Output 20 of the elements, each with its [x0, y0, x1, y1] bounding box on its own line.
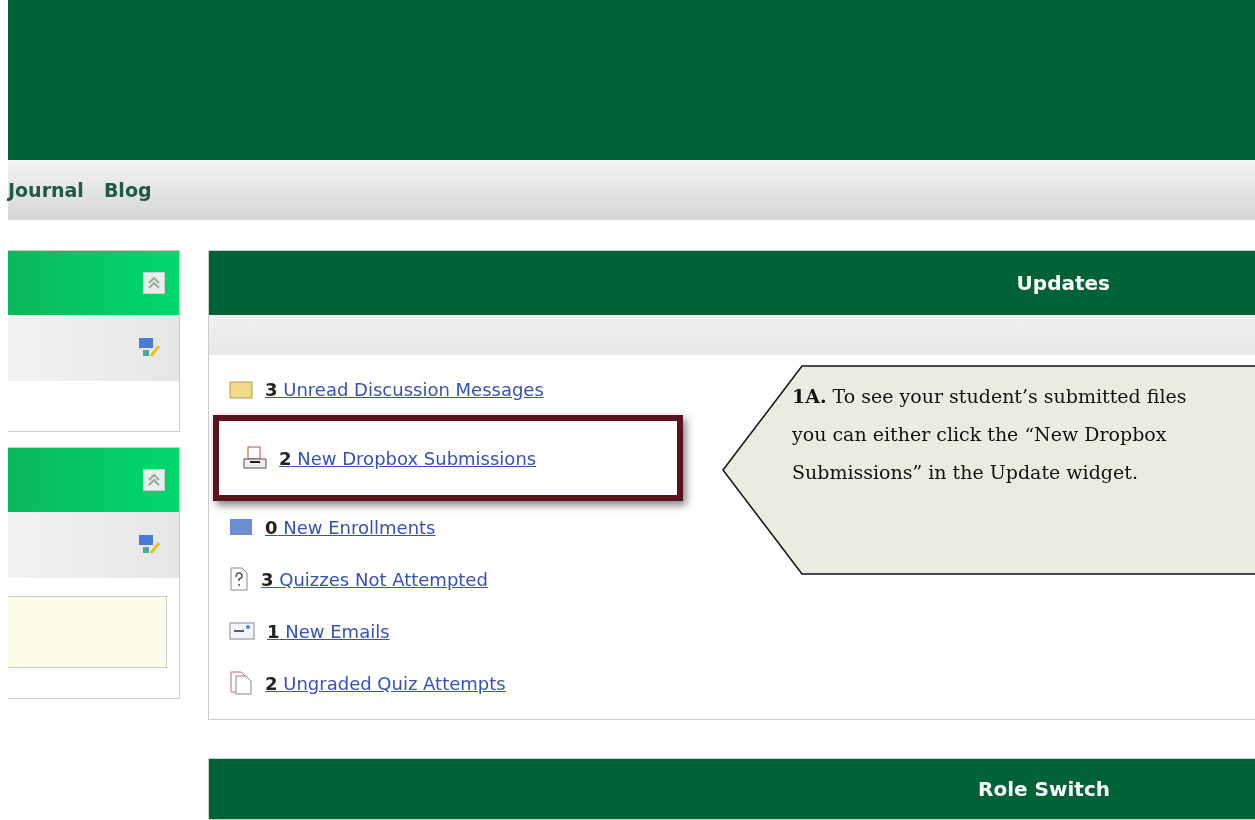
panel-title: Updates — [209, 251, 1255, 315]
update-link[interactable]: 3 Quizzes Not Attempted — [261, 568, 488, 590]
collapse-icon — [147, 473, 161, 487]
collapse-icon — [147, 276, 161, 290]
update-link[interactable]: 2 Ungraded Quiz Attempts — [265, 672, 506, 694]
callout-text: 1A. To see your student’s submitted files you can either click the “New Dropbox Submissions” in the Update widget. — [792, 384, 1188, 485]
folder-icon — [229, 379, 253, 399]
question-page-icon — [229, 567, 249, 591]
update-link[interactable]: 2 New Dropbox Submissions — [279, 447, 537, 469]
update-link[interactable]: 1 New Emails — [267, 620, 390, 642]
nav-link[interactable]: Journal — [8, 179, 84, 201]
update-link[interactable]: 0 New Enrollments — [265, 516, 436, 538]
collapse-button[interactable] — [143, 272, 165, 294]
nav-link[interactable]: Blog — [103, 179, 152, 201]
update-link[interactable]: 3 Unread Discussion Messages — [265, 378, 544, 400]
panel-title: Role Switch — [209, 759, 1255, 819]
inbox-tray-icon — [243, 446, 267, 470]
question-pages-icon — [229, 671, 253, 695]
envelope-icon — [229, 622, 255, 640]
collapse-button[interactable] — [143, 469, 165, 491]
